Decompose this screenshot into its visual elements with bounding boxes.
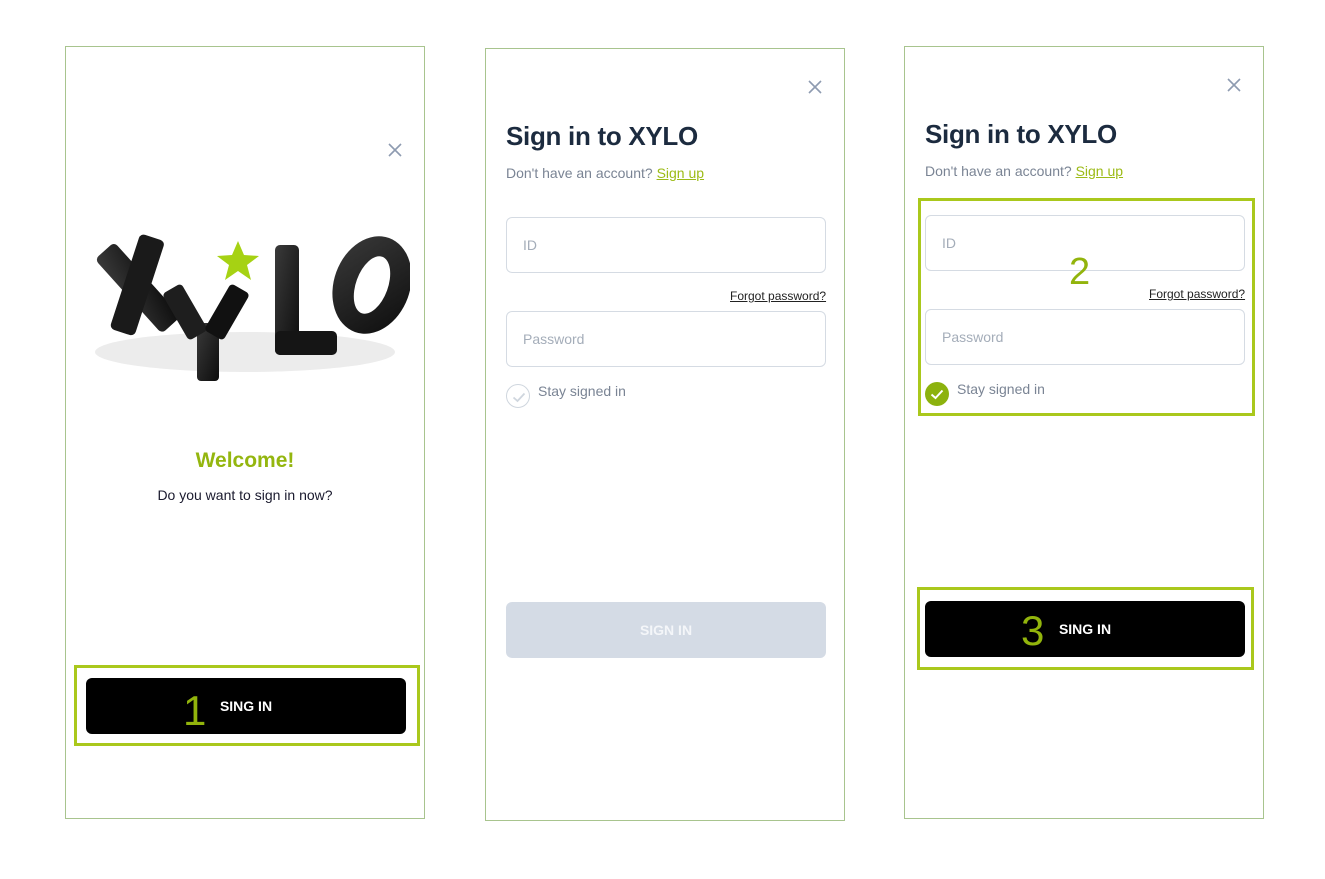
xylo-logo — [95, 234, 410, 381]
sign-up-link[interactable]: Sign up — [657, 165, 704, 181]
sign-in-button-label: SIGN IN — [639, 622, 693, 638]
welcome-screen: Welcome! Do you want to sign in now? SIN… — [65, 46, 425, 819]
sign-in-button[interactable]: SING IN — [86, 678, 406, 734]
check-icon — [930, 389, 944, 400]
id-placeholder: ID — [523, 237, 537, 253]
step-number-3: 3 — [1021, 607, 1045, 654]
signup-prompt: Don't have an account? Sign up — [925, 163, 1123, 179]
sign-in-button-disabled[interactable]: SIGN IN — [506, 602, 826, 658]
sign-in-screen-empty: Sign in to XYLO Don't have an account? S… — [485, 48, 845, 821]
stay-signed-in-checkbox[interactable] — [925, 382, 949, 406]
no-account-text: Don't have an account? — [506, 165, 653, 181]
page-title: Sign in to XYLO — [506, 121, 698, 151]
step-number-1: 1 — [183, 687, 207, 734]
id-input[interactable]: ID — [506, 217, 826, 273]
forgot-password-link[interactable]: Forgot password? — [730, 289, 826, 303]
welcome-title: Welcome! — [195, 449, 295, 472]
close-icon[interactable] — [1226, 77, 1242, 93]
sign-in-button-label: SING IN — [1058, 621, 1112, 637]
page-title: Sign in to XYLO — [925, 119, 1117, 149]
sign-up-link[interactable]: Sign up — [1076, 163, 1123, 179]
password-input[interactable]: Password — [506, 311, 826, 367]
check-icon — [512, 392, 526, 403]
forgot-password-link[interactable]: Forgot password? — [1149, 287, 1245, 301]
signup-prompt: Don't have an account? Sign up — [506, 165, 704, 181]
password-placeholder: Password — [942, 329, 1004, 345]
password-placeholder: Password — [523, 331, 585, 347]
sign-in-screen-filled: Sign in to XYLO Don't have an account? S… — [904, 46, 1264, 819]
welcome-prompt: Do you want to sign in now? — [157, 487, 333, 503]
close-icon[interactable] — [807, 79, 823, 95]
sign-in-button[interactable]: SING IN — [925, 601, 1245, 657]
no-account-text: Don't have an account? — [925, 163, 1072, 179]
close-icon[interactable] — [387, 142, 403, 158]
password-input[interactable]: Password — [925, 309, 1245, 365]
stay-signed-in-label[interactable]: Stay signed in — [957, 381, 1045, 397]
stay-signed-in-label[interactable]: Stay signed in — [538, 383, 626, 399]
sign-in-button-label: SING IN — [219, 698, 273, 714]
id-placeholder: ID — [942, 235, 956, 251]
step-number-2: 2 — [1069, 251, 1091, 293]
stay-signed-in-checkbox[interactable] — [506, 384, 530, 408]
